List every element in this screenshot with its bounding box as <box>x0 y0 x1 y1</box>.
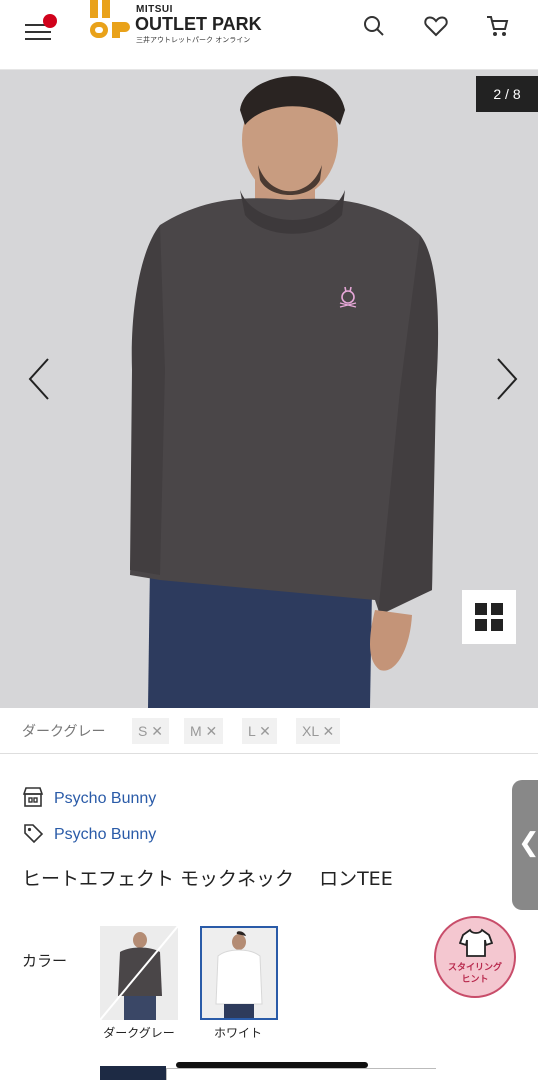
site-logo[interactable]: MITSUI OUTLET PARK 三井アウトレットパーク オンライン <box>90 0 290 46</box>
color-swatch-dark-grey[interactable] <box>100 926 178 1020</box>
swatch-caption-dark-grey: ダークグレー <box>103 1026 175 1040</box>
size-availability-row: ダークグレー S ✕ M ✕ L ✕ XL ✕ <box>0 708 538 754</box>
size-chip-m[interactable]: M ✕ <box>184 718 224 744</box>
styling-hint-label: スタイリング ヒント <box>447 963 502 985</box>
search-icon[interactable] <box>360 12 388 40</box>
chevron-right-icon[interactable] <box>492 355 520 403</box>
styling-hint-button[interactable]: スタイリング ヒント <box>434 916 516 998</box>
product-photo <box>0 70 538 708</box>
color-label: カラー <box>22 952 68 970</box>
tag-label: Psycho Bunny <box>54 826 157 843</box>
brand-link[interactable]: Psycho Bunny <box>22 787 156 811</box>
brand-label: Psycho Bunny <box>54 790 157 807</box>
tag-icon <box>22 822 44 848</box>
home-indicator <box>176 1062 368 1068</box>
selected-color-name: ダークグレー <box>22 724 106 740</box>
size-chip-s[interactable]: S ✕ <box>132 718 169 744</box>
grid-icon[interactable] <box>462 590 516 644</box>
size-chip-l[interactable]: L ✕ <box>242 718 277 744</box>
side-drawer-tab[interactable]: ❮ <box>512 780 538 910</box>
logo-text-outlet-park: OUTLET PARK <box>135 14 262 34</box>
menu-button[interactable] <box>22 14 58 44</box>
product-image-gallery[interactable]: 2 / 8 <box>0 70 538 708</box>
chevron-left-icon: ❮ <box>518 828 538 858</box>
store-icon <box>22 786 44 812</box>
color-swatch-white[interactable] <box>200 926 278 1020</box>
size-option-selected[interactable] <box>100 1066 166 1080</box>
heart-icon[interactable] <box>422 12 450 40</box>
notification-dot <box>43 14 57 28</box>
size-option-row <box>166 1068 436 1080</box>
cart-icon[interactable] <box>484 12 512 40</box>
chevron-left-icon[interactable] <box>26 355 54 403</box>
swatch-caption-white: ホワイト <box>213 1026 262 1040</box>
shirt-icon <box>459 928 493 957</box>
product-info: Psycho Bunny Psycho Bunny ヒートエフェクト モックネッ… <box>0 754 538 1080</box>
size-chip-xl[interactable]: XL ✕ <box>296 718 341 744</box>
tag-link[interactable]: Psycho Bunny <box>22 823 156 847</box>
site-header: MITSUI OUTLET PARK 三井アウトレットパーク オンライン <box>0 0 538 70</box>
logo-text-japanese: 三井アウトレットパーク オンライン <box>136 36 251 44</box>
product-title: ヒートエフェクト モックネック ロンTEE <box>22 868 393 890</box>
image-counter: 2 / 8 <box>476 76 538 112</box>
logo-mark-icon <box>90 0 130 38</box>
